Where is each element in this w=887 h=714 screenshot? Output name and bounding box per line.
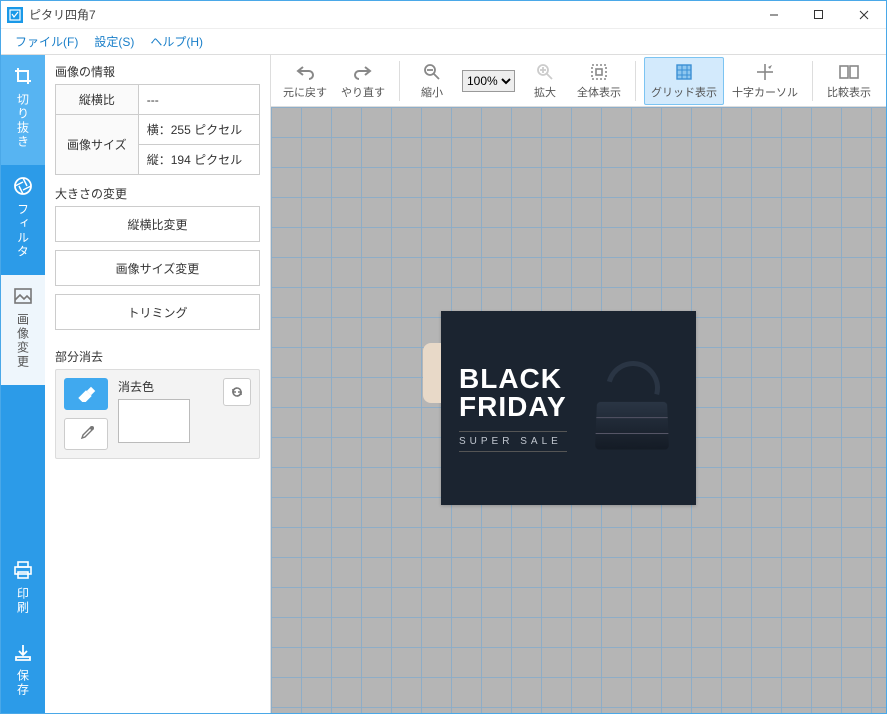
window-close-button[interactable] [841,1,886,29]
vtab-crop[interactable]: 切り抜き [1,55,45,165]
image-icon [12,285,34,307]
erase-color-label: 消去色 [118,378,217,395]
crosshair-icon [755,62,775,82]
change-size-button[interactable]: 画像サイズ変更 [55,250,260,286]
zoom-in-icon [535,62,555,82]
redo-button[interactable]: やり直す [335,58,391,104]
aspect-ratio-value: --- [138,85,259,115]
eyedropper-tool-button[interactable] [64,418,108,450]
vtab-filter[interactable]: フィルタ [1,165,45,275]
vertical-tabs: 切り抜き フィルタ 画像変更 印刷 保存 [1,55,45,713]
trimming-button[interactable]: トリミング [55,294,260,330]
crosshair-toggle-button[interactable]: 十字カーソル [726,58,804,104]
crop-icon [12,65,34,87]
image-basket-graphic [588,363,678,453]
undo-icon [295,62,315,82]
image-text-block: BLACK FRIDAY SUPER SALE [459,365,567,452]
zoom-out-button[interactable]: 縮小 [408,58,456,104]
printer-icon [12,559,34,581]
zoom-select[interactable]: 100% [462,70,515,92]
compare-view-button[interactable]: 比較表示 [821,58,877,104]
aspect-ratio-label: 縦横比 [56,85,139,115]
app-icon [7,7,23,23]
canvas-image[interactable]: BLACK FRIDAY SUPER SALE [441,311,696,505]
canvas-toolbar: 元に戻す やり直す 縮小 100% 拡大 全体表示 [271,55,886,107]
grid-toggle-button[interactable]: グリッド表示 [644,57,724,105]
fit-view-button[interactable]: 全体表示 [571,58,627,104]
canvas-viewport[interactable]: BLACK FRIDAY SUPER SALE [271,107,886,713]
eraser-tool-button[interactable] [64,378,108,410]
erase-color-swatch[interactable] [118,399,190,443]
zoom-in-button[interactable]: 拡大 [521,58,569,104]
change-aspect-button[interactable]: 縦横比変更 [55,206,260,242]
menu-bar: ファイル(F) 設定(S) ヘルプ(H) [1,29,886,55]
image-size-label: 画像サイズ [56,115,139,175]
reset-color-button[interactable] [223,378,251,406]
info-section-title: 画像の情報 [55,63,260,80]
image-height-value: 縦：194 ピクセル [138,145,259,175]
window-titlebar: ピタリ四角7 [1,1,886,29]
aperture-icon [12,175,34,197]
fit-icon [589,62,609,82]
vtab-image-modify[interactable]: 画像変更 [1,275,45,385]
window-maximize-button[interactable] [796,1,841,29]
compare-icon [839,62,859,82]
grid-icon [674,62,694,82]
resize-section-title: 大きさの変更 [55,185,260,202]
window-minimize-button[interactable] [751,1,796,29]
menu-help[interactable]: ヘルプ(H) [142,29,211,54]
image-hand-graphic [423,343,441,403]
window-title: ピタリ四角7 [29,6,751,23]
vtab-print[interactable]: 印刷 [1,549,45,631]
properties-panel: 画像の情報 縦横比 --- 画像サイズ 横：255 ピクセル 縦：194 ピクセ… [45,55,271,713]
image-width-value: 横：255 ピクセル [138,115,259,145]
image-info-table: 縦横比 --- 画像サイズ 横：255 ピクセル 縦：194 ピクセル [55,84,260,175]
menu-file[interactable]: ファイル(F) [7,29,86,54]
redo-icon [353,62,373,82]
menu-settings[interactable]: 設定(S) [86,29,142,54]
erase-section-title: 部分消去 [55,348,260,365]
download-icon [12,641,34,663]
zoom-out-icon [422,62,442,82]
vtab-save[interactable]: 保存 [1,631,45,713]
undo-button[interactable]: 元に戻す [277,58,333,104]
